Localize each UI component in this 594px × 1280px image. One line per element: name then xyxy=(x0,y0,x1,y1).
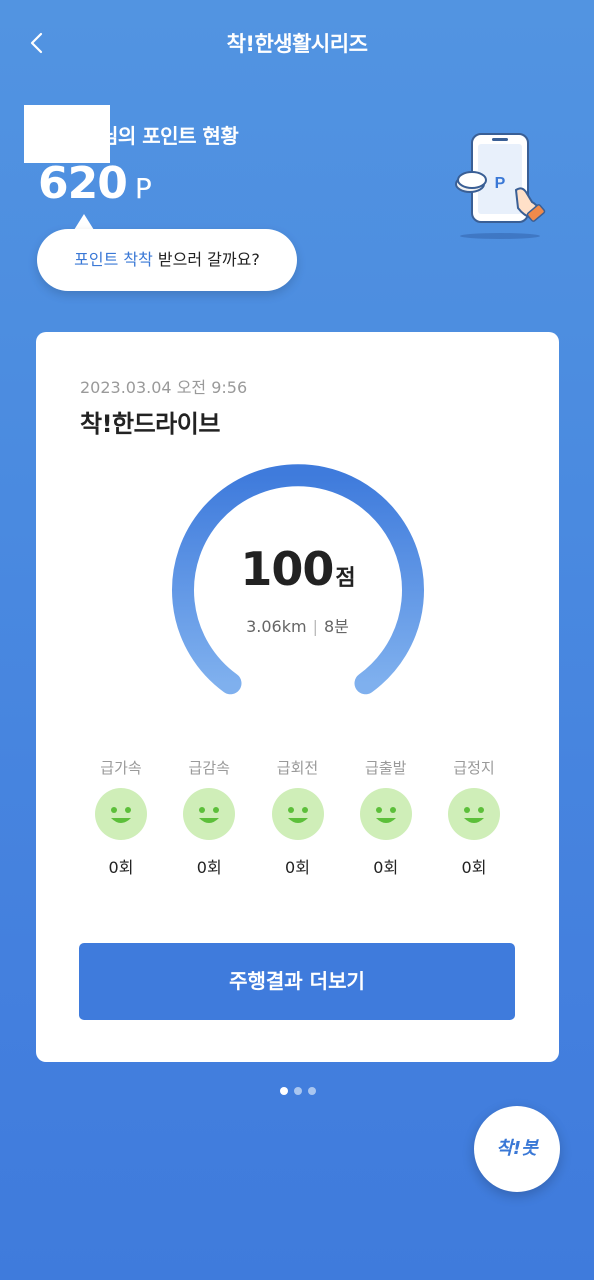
svg-text:P: P xyxy=(495,175,506,192)
event-item: 급회전 0회 xyxy=(257,757,339,877)
stats-separator: | xyxy=(312,617,318,636)
score-value: 100 xyxy=(240,542,334,596)
event-count: 0회 xyxy=(108,858,134,877)
drive-distance: 3.06km xyxy=(246,617,307,636)
event-item: 급감속 0회 xyxy=(168,757,250,877)
smile-face-icon xyxy=(448,788,500,840)
event-label: 급감속 xyxy=(188,759,230,777)
drive-score: 100점 xyxy=(36,542,559,596)
event-label: 급정지 xyxy=(453,759,495,777)
event-item: 급가속 0회 xyxy=(80,757,162,877)
smile-face-icon xyxy=(183,788,236,840)
bubble-highlight: 포인트 착착 xyxy=(74,250,153,269)
points-number: 620 xyxy=(38,158,128,209)
driving-events: 급가속 0회 급감속 0회 급회전 0회 급출발 0회 급정지 0회 xyxy=(80,757,515,877)
drive-date: 2023.03.04 오전 9:56 xyxy=(80,378,248,397)
page-title: 착!한생활시리즈 xyxy=(226,32,368,56)
chatbot-button[interactable]: 착!봇 xyxy=(474,1106,560,1192)
event-count: 0회 xyxy=(373,858,399,877)
carousel-pagination xyxy=(280,1087,316,1095)
earn-points-bubble[interactable]: 포인트 착착 받으러 갈까요? xyxy=(37,229,297,291)
drive-summary-card[interactable]: 2023.03.04 오전 9:56 착!한드라이브 100점 3.06km | 8… xyxy=(36,332,559,1062)
card-title: 착!한드라이브 xyxy=(80,410,220,438)
redacted-username xyxy=(24,105,110,163)
smile-face-icon xyxy=(359,788,412,840)
event-label: 급회전 xyxy=(276,759,319,777)
smile-face-icon xyxy=(95,788,147,840)
points-value: 620 P xyxy=(38,158,152,209)
phone-points-illustration: P xyxy=(455,133,546,239)
app-header: 착!한생활시리즈 xyxy=(0,0,594,86)
drive-stats: 3.06km | 8분 xyxy=(36,613,559,637)
event-item: 급출발 0회 xyxy=(345,757,427,877)
points-label: 님의 포인트 현황 xyxy=(100,124,239,148)
event-label: 급가속 xyxy=(100,759,142,777)
smile-face-icon xyxy=(271,788,324,840)
event-count: 0회 xyxy=(285,858,310,877)
pagination-dot-2[interactable] xyxy=(294,1087,302,1095)
event-count: 0회 xyxy=(196,858,222,877)
pagination-dot-1[interactable] xyxy=(280,1087,288,1095)
event-count: 0회 xyxy=(461,858,487,877)
pagination-dot-3[interactable] xyxy=(308,1087,316,1095)
drive-duration: 8분 xyxy=(323,617,349,636)
score-unit: 점 xyxy=(335,566,355,591)
points-unit: P xyxy=(134,172,152,205)
bubble-text: 받으러 갈까요? xyxy=(152,250,260,269)
bubble-tail xyxy=(74,214,94,230)
event-item: 급정지 0회 xyxy=(433,757,515,877)
view-more-results-button[interactable]: 주행결과 더보기 xyxy=(79,943,515,1020)
event-label: 급출발 xyxy=(365,759,407,777)
